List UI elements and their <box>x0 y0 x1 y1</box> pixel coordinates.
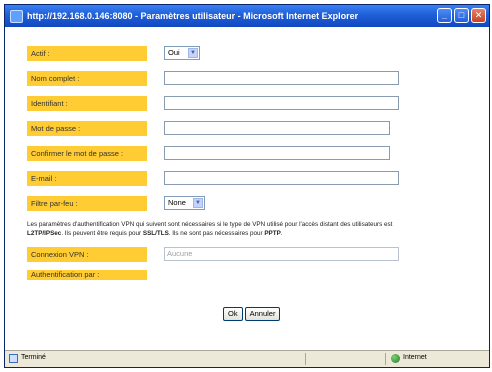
chevron-down-icon[interactable]: ▼ <box>193 198 203 208</box>
note-bold-ssl: SSL/TLS <box>142 230 169 237</box>
nom-complet-input[interactable] <box>164 71 399 85</box>
status-text: Terminé <box>21 354 46 361</box>
identifiant-label: Identifiant : <box>27 96 147 111</box>
email-input[interactable] <box>164 171 399 185</box>
note-text-4: . <box>280 230 283 237</box>
ie-icon <box>10 9 23 23</box>
actif-label: Actif : <box>27 46 147 61</box>
dialog-buttons: Ok Annuler <box>223 307 281 321</box>
connexion-vpn-input: Aucune <box>164 247 399 261</box>
actif-select[interactable]: Oui ▼ <box>164 46 200 60</box>
filtre-select[interactable]: None ▼ <box>164 196 205 210</box>
note-text-1: Les paramètres d'authentification VPN qu… <box>27 221 393 228</box>
confirmer-input[interactable] <box>164 146 390 160</box>
dialog-content: Actif : Oui ▼ Nom complet : Identifiant … <box>5 27 489 351</box>
cancel-button[interactable]: Annuler <box>244 307 281 321</box>
mot-de-passe-label: Mot de passe : <box>27 121 147 136</box>
minimize-button[interactable]: _ <box>437 8 452 23</box>
filtre-label: Filtre par-feu : <box>27 196 147 211</box>
note-text-3: . Ils ne sont pas nécessaires pour <box>168 230 263 237</box>
status-divider <box>305 353 306 365</box>
title-bar[interactable]: http://192.168.0.146:8080 - Paramètres u… <box>5 5 489 27</box>
globe-icon <box>391 354 400 363</box>
vpn-note: Les paramètres d'authentification VPN qu… <box>27 220 482 238</box>
security-zone: Internet <box>403 354 427 361</box>
identifiant-input[interactable] <box>164 96 399 110</box>
ok-button[interactable]: Ok <box>223 307 243 321</box>
window-title: http://192.168.0.146:8080 - Paramètres u… <box>27 11 359 21</box>
connexion-vpn-label: Connexion VPN : <box>27 247 147 262</box>
mot-de-passe-input[interactable] <box>164 121 390 135</box>
chevron-down-icon[interactable]: ▼ <box>188 48 198 58</box>
email-label: E-mail : <box>27 171 147 186</box>
confirmer-label: Confirmer le mot de passe : <box>27 146 147 161</box>
maximize-button[interactable]: □ <box>454 8 469 23</box>
nom-complet-label: Nom complet : <box>27 71 147 86</box>
close-button[interactable]: ✕ <box>471 8 486 23</box>
browser-window: http://192.168.0.146:8080 - Paramètres u… <box>4 4 490 368</box>
status-bar: Terminé Internet <box>5 350 489 367</box>
filtre-select-value: None <box>168 198 186 207</box>
actif-select-value: Oui <box>168 48 180 57</box>
window-controls: _ □ ✕ <box>437 8 486 23</box>
authentification-label: Authentification par : <box>27 270 147 280</box>
note-text-2: . Ils peuvent être requis pour <box>61 230 142 237</box>
page-icon <box>9 354 18 363</box>
status-divider <box>385 353 386 365</box>
note-bold-pptp: PPTP <box>264 230 281 237</box>
note-bold-l2tp: L2TP/IPSec <box>27 230 62 237</box>
